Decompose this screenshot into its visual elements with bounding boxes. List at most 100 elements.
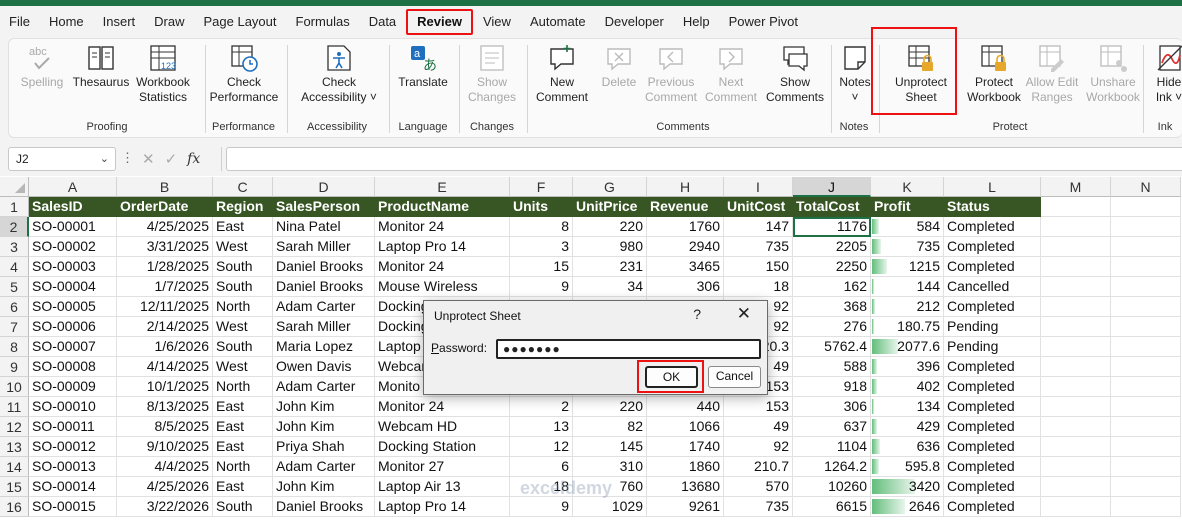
table-cell[interactable]: Completed xyxy=(944,237,1041,257)
table-header-cell[interactable]: Region xyxy=(213,197,273,217)
table-cell[interactable]: 402 xyxy=(871,377,944,397)
table-cell[interactable]: South xyxy=(213,497,273,517)
table-cell[interactable]: 3/22/2026 xyxy=(117,497,213,517)
row-header[interactable]: 4 xyxy=(0,257,29,277)
table-cell[interactable]: 6 xyxy=(510,457,573,477)
table-cell[interactable]: 1104 xyxy=(793,437,871,457)
table-cell[interactable]: 2205 xyxy=(793,237,871,257)
thesaurus-button[interactable]: Thesaurus xyxy=(71,43,131,90)
table-cell[interactable]: 4/25/2026 xyxy=(117,477,213,497)
cancel-formula-icon[interactable]: ✕ xyxy=(142,150,155,168)
table-cell[interactable] xyxy=(1041,357,1111,377)
row-header[interactable]: 1 xyxy=(0,197,29,217)
table-cell[interactable]: South xyxy=(213,277,273,297)
table-cell[interactable]: Maria Lopez xyxy=(273,337,375,357)
table-cell[interactable]: 2 xyxy=(510,397,573,417)
table-cell[interactable]: 13 xyxy=(510,417,573,437)
table-cell[interactable]: 1760 xyxy=(647,217,724,237)
table-cell[interactable]: SO-00013 xyxy=(29,457,117,477)
select-all-corner[interactable] xyxy=(0,177,29,197)
table-cell[interactable]: 1740 xyxy=(647,437,724,457)
table-cell[interactable]: West xyxy=(213,357,273,377)
table-cell[interactable]: North xyxy=(213,297,273,317)
table-cell[interactable]: SO-00009 xyxy=(29,377,117,397)
table-header-cell[interactable]: Revenue xyxy=(647,197,724,217)
table-cell[interactable]: Adam Carter xyxy=(273,297,375,317)
insert-function-icon[interactable]: fx xyxy=(187,151,200,167)
table-cell[interactable]: 918 xyxy=(793,377,871,397)
table-cell[interactable]: Monitor 24 xyxy=(375,397,510,417)
column-header[interactable]: M xyxy=(1041,177,1111,197)
table-cell[interactable]: Monitor 27 xyxy=(375,457,510,477)
table-cell[interactable]: 10260 xyxy=(793,477,871,497)
table-cell[interactable]: 49 xyxy=(724,417,793,437)
table-cell[interactable]: 588 xyxy=(793,357,871,377)
table-cell[interactable]: East xyxy=(213,417,273,437)
hide-ink-button[interactable]: Hide Ink ˅ xyxy=(1149,43,1182,105)
table-cell[interactable]: John Kim xyxy=(273,397,375,417)
table-cell[interactable]: Pending xyxy=(944,337,1041,357)
table-cell[interactable] xyxy=(1041,377,1111,397)
table-cell[interactable]: 8/13/2025 xyxy=(117,397,213,417)
enter-formula-icon[interactable]: ✓ xyxy=(165,150,178,168)
table-cell[interactable]: 584 xyxy=(871,217,944,237)
table-cell[interactable]: East xyxy=(213,397,273,417)
table-cell[interactable] xyxy=(1111,317,1181,337)
table-cell[interactable]: Nina Patel xyxy=(273,217,375,237)
next-comment-button[interactable]: Next Comment xyxy=(701,43,761,105)
tab-power-pivot[interactable]: Power Pivot xyxy=(720,9,807,35)
table-cell[interactable]: Mouse Wireless xyxy=(375,277,510,297)
cancel-button[interactable]: Cancel xyxy=(708,366,761,388)
table-cell[interactable]: Monitor 24 xyxy=(375,257,510,277)
table-cell[interactable] xyxy=(1041,417,1111,437)
table-cell[interactable]: Webcam HD xyxy=(375,417,510,437)
table-cell[interactable] xyxy=(1111,277,1181,297)
table-cell[interactable]: 134 xyxy=(871,397,944,417)
row-header[interactable]: 5 xyxy=(0,277,29,297)
password-field[interactable]: ●●●●●●● xyxy=(496,339,761,359)
table-cell[interactable]: East xyxy=(213,437,273,457)
table-cell[interactable] xyxy=(1041,277,1111,297)
column-header[interactable]: G xyxy=(573,177,647,197)
table-header-cell[interactable]: UnitPrice xyxy=(573,197,647,217)
table-cell[interactable]: Completed xyxy=(944,377,1041,397)
table-cell[interactable]: SO-00008 xyxy=(29,357,117,377)
help-icon[interactable]: ? xyxy=(693,306,701,322)
table-cell[interactable]: 6615 xyxy=(793,497,871,517)
table-cell[interactable] xyxy=(1041,497,1111,517)
table-cell[interactable]: 735 xyxy=(724,237,793,257)
table-cell[interactable]: Sarah Miller xyxy=(273,237,375,257)
table-cell[interactable]: 1860 xyxy=(647,457,724,477)
table-cell[interactable]: 1176 xyxy=(793,217,871,237)
table-cell[interactable]: Laptop Pro 14 xyxy=(375,237,510,257)
translate-button[interactable]: aあ Translate xyxy=(393,43,453,90)
row-header[interactable]: 12 xyxy=(0,417,29,437)
table-cell[interactable]: Monitor 24 xyxy=(375,217,510,237)
table-cell[interactable]: North xyxy=(213,457,273,477)
table-cell[interactable]: 2077.6 xyxy=(871,337,944,357)
row-header[interactable]: 8 xyxy=(0,337,29,357)
table-cell[interactable]: 1029 xyxy=(573,497,647,517)
column-header[interactable]: K xyxy=(871,177,944,197)
table-cell[interactable]: 3420 xyxy=(871,477,944,497)
tab-developer[interactable]: Developer xyxy=(596,9,673,35)
row-header[interactable]: 11 xyxy=(0,397,29,417)
column-header[interactable]: D xyxy=(273,177,375,197)
table-cell[interactable]: Completed xyxy=(944,297,1041,317)
row-header[interactable]: 16 xyxy=(0,497,29,517)
table-cell[interactable]: SO-00001 xyxy=(29,217,117,237)
table-cell[interactable] xyxy=(1041,397,1111,417)
table-cell[interactable]: West xyxy=(213,317,273,337)
table-cell[interactable]: 162 xyxy=(793,277,871,297)
table-cell[interactable] xyxy=(1041,457,1111,477)
column-header[interactable]: L xyxy=(944,177,1041,197)
table-cell[interactable]: SO-00004 xyxy=(29,277,117,297)
table-cell[interactable]: 153 xyxy=(724,397,793,417)
check-accessibility-button[interactable]: Check Accessibility ˅ xyxy=(297,43,381,105)
ok-button[interactable]: OK xyxy=(645,366,698,388)
table-cell[interactable]: Completed xyxy=(944,437,1041,457)
table-cell[interactable]: 13680 xyxy=(647,477,724,497)
table-cell[interactable]: 9261 xyxy=(647,497,724,517)
chevron-down-icon[interactable]: ⌄ xyxy=(100,152,109,165)
table-cell[interactable]: Completed xyxy=(944,417,1041,437)
